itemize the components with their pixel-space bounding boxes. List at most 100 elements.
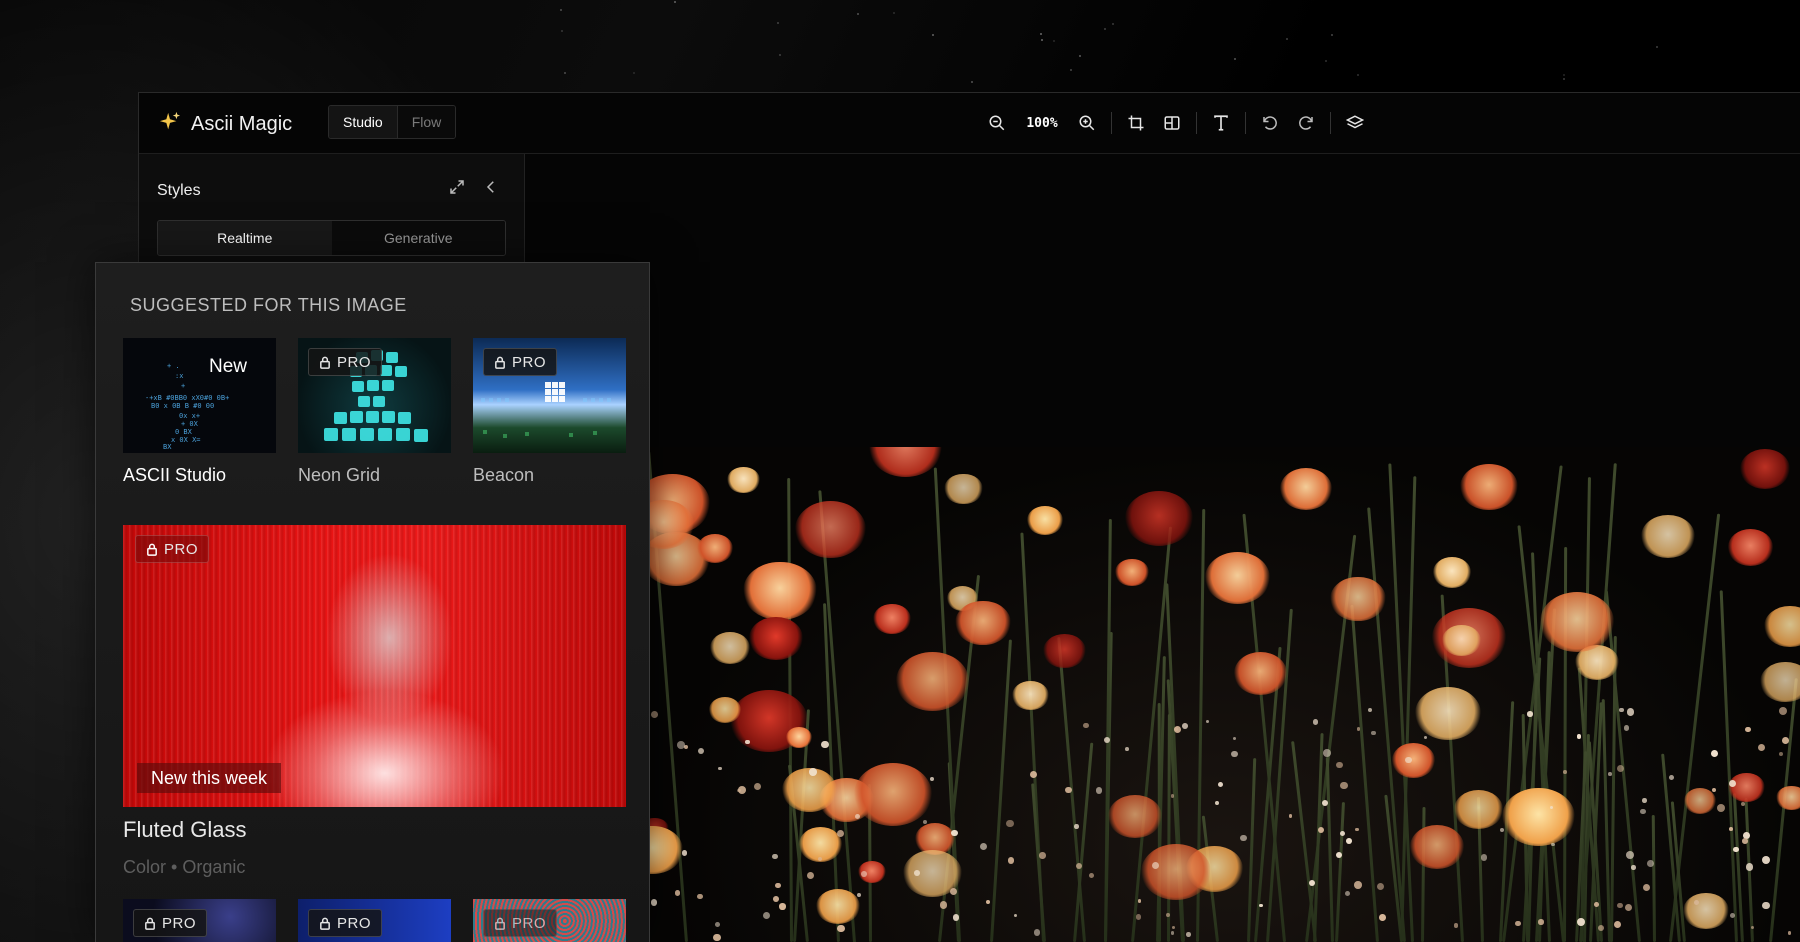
zoom-out-button[interactable] — [979, 107, 1015, 139]
flower — [1140, 844, 1212, 901]
mode-tab-studio[interactable]: Studio — [329, 106, 398, 138]
expand-icon[interactable] — [448, 178, 466, 201]
collapse-chevron-left-icon[interactable] — [482, 178, 500, 201]
flower — [873, 603, 911, 634]
zoom-in-button[interactable] — [1069, 107, 1105, 139]
small-blossom — [1088, 873, 1094, 879]
small-blossom — [1515, 920, 1521, 927]
flower — [944, 473, 983, 505]
star — [971, 81, 973, 83]
style-thumb-ascii-studio[interactable]: + . :x + -+xB #0BB0 xX0#0 0B+ B0 x 0B B … — [123, 338, 276, 453]
svg-text:+ .: + . — [167, 362, 180, 370]
small-blossom — [1717, 804, 1726, 813]
pro-badge: PRO — [133, 909, 208, 937]
star — [1286, 38, 1288, 40]
small-blossom — [1617, 902, 1623, 909]
style-thumb-fluted-glass[interactable]: PRO New this week — [123, 525, 626, 807]
small-blossom — [914, 869, 921, 876]
small-blossom — [1215, 801, 1220, 805]
small-blossom — [1344, 891, 1351, 897]
style-thumb-more-2[interactable]: PRO — [298, 899, 451, 942]
small-blossom — [1074, 824, 1079, 829]
image-canvas[interactable] — [650, 447, 1800, 942]
svg-text:+ 0X: + 0X — [181, 420, 199, 428]
small-blossom — [1619, 707, 1624, 713]
crop-button[interactable] — [1118, 107, 1154, 139]
suggestions-heading: SUGGESTED FOR THIS IMAGE — [130, 295, 407, 315]
small-blossom — [1640, 808, 1646, 814]
star — [893, 12, 895, 14]
star — [561, 30, 563, 32]
small-blossom — [1289, 814, 1293, 818]
small-blossom — [1335, 761, 1343, 769]
small-blossom — [1711, 749, 1718, 757]
flower — [1414, 686, 1481, 740]
flower — [853, 762, 933, 826]
small-blossom — [1065, 786, 1072, 794]
small-blossom — [1728, 780, 1736, 788]
style-thumb-neon-grid[interactable]: PRO — [298, 338, 451, 453]
style-thumb-more-1[interactable]: PRO — [123, 899, 276, 942]
small-blossom — [1538, 919, 1544, 925]
small-blossom — [1371, 731, 1376, 736]
style-thumb-more-3[interactable]: PRO — [473, 899, 626, 942]
flower — [1280, 467, 1333, 510]
flower — [1432, 556, 1472, 588]
zoom-level[interactable]: 100% — [1015, 116, 1069, 131]
small-blossom — [772, 853, 778, 860]
flower — [816, 888, 861, 925]
small-blossom — [1625, 850, 1634, 859]
svg-text:0 BX: 0 BX — [175, 428, 193, 436]
small-blossom — [1231, 750, 1238, 758]
small-blossom — [1340, 782, 1348, 790]
flower-stem — [1166, 713, 1171, 942]
style-thumb-beacon[interactable]: PRO — [473, 338, 626, 453]
mode-tab-flow[interactable]: Flow — [397, 106, 456, 138]
layers-button[interactable] — [1337, 107, 1373, 139]
small-blossom — [1761, 856, 1770, 865]
small-blossom — [1608, 772, 1612, 776]
ascii-preview-image: + . :x + -+xB #0BB0 xX0#0 0B+ B0 x 0B B … — [145, 362, 229, 451]
small-blossom — [1355, 828, 1359, 832]
suggestions-card: SUGGESTED FOR THIS IMAGE + . :x + -+xB #… — [95, 262, 650, 942]
flower — [697, 534, 733, 563]
small-blossom — [1170, 793, 1175, 798]
pro-badge: PRO — [483, 348, 558, 376]
flower — [1012, 680, 1049, 710]
flower — [749, 617, 803, 660]
small-blossom — [860, 871, 867, 877]
toolbar-divider — [1196, 112, 1197, 134]
flower — [1391, 743, 1436, 779]
small-blossom — [1013, 913, 1018, 918]
small-blossom — [676, 740, 685, 749]
small-blossom — [1322, 748, 1331, 757]
new-badge: New — [209, 356, 248, 377]
tab-realtime[interactable]: Realtime — [158, 221, 332, 255]
tab-generative[interactable]: Generative — [331, 221, 505, 255]
star — [1563, 74, 1565, 76]
svg-text:0x x+: 0x x+ — [179, 412, 200, 420]
flower — [1683, 892, 1729, 929]
small-blossom — [1562, 770, 1567, 774]
canvas-toolbar: 100% — [979, 107, 1373, 139]
star — [1656, 46, 1658, 48]
small-blossom — [1551, 842, 1555, 847]
redo-button[interactable] — [1288, 107, 1324, 139]
compare-button[interactable] — [1154, 107, 1190, 139]
styles-panel-actions — [448, 178, 500, 201]
small-blossom — [1095, 787, 1103, 794]
styles-title: Styles — [157, 182, 201, 199]
small-blossom — [809, 768, 817, 776]
svg-text::x: :x — [175, 372, 183, 380]
small-blossom — [949, 887, 957, 895]
flower — [1459, 463, 1519, 511]
sparkle-logo-icon — [159, 111, 181, 138]
small-blossom — [821, 741, 829, 749]
small-blossom — [1527, 711, 1533, 717]
small-blossom — [1745, 863, 1754, 871]
small-blossom — [855, 813, 861, 819]
small-blossom — [929, 776, 935, 782]
star — [1040, 33, 1042, 35]
text-tool-button[interactable] — [1203, 107, 1239, 139]
undo-button[interactable] — [1252, 107, 1288, 139]
